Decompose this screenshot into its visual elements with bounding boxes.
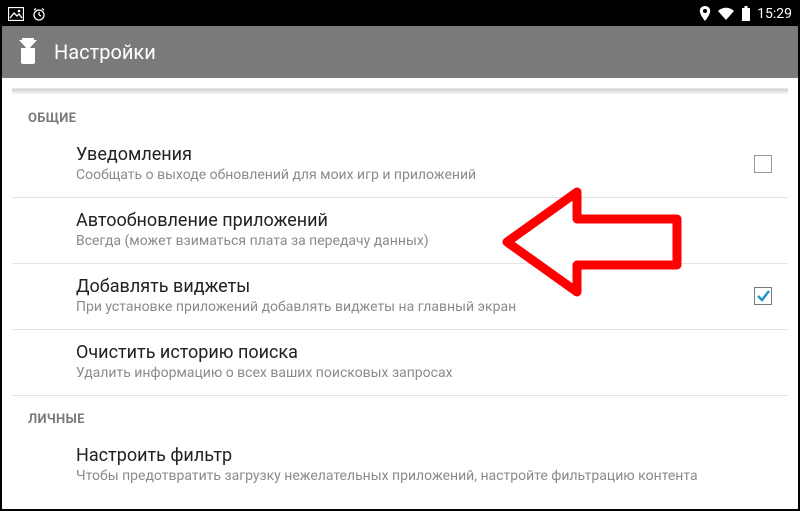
setting-subtitle: Всегда (может взиматься плата за передач…	[76, 233, 772, 249]
setting-title: Автообновление приложений	[76, 210, 772, 231]
wifi-icon	[717, 7, 735, 21]
settings-list: ОБЩИЕ Уведомления Сообщать о выходе обно…	[12, 88, 788, 509]
picture-icon	[8, 7, 24, 21]
setting-notifications[interactable]: Уведомления Сообщать о выходе обновлений…	[12, 132, 788, 198]
setting-auto-update[interactable]: Автообновление приложений Всегда (может …	[12, 198, 788, 264]
location-icon	[699, 6, 711, 22]
status-time: 15:29	[757, 6, 792, 22]
battery-icon	[741, 6, 751, 22]
setting-title: Уведомления	[76, 144, 742, 165]
setting-subtitle: При установке приложений добавлять видже…	[76, 299, 742, 315]
setting-subtitle: Чтобы предотвратить загрузку нежелательн…	[76, 468, 772, 484]
setting-title: Очистить историю поиска	[76, 342, 772, 363]
action-bar: Настройки	[2, 26, 798, 78]
section-header-general: ОБЩИЕ	[12, 95, 788, 132]
play-store-icon[interactable]	[14, 38, 42, 66]
setting-subtitle: Сообщать о выходе обновлений для моих иг…	[76, 167, 742, 183]
setting-add-widgets[interactable]: Добавлять виджеты При установке приложен…	[12, 264, 788, 330]
setting-title: Настроить фильтр	[76, 445, 772, 466]
setting-subtitle: Удалить информацию о всех ваших поисковы…	[76, 365, 772, 381]
setting-clear-history[interactable]: Очистить историю поиска Удалить информац…	[12, 330, 788, 396]
checkbox[interactable]	[754, 155, 772, 173]
alarm-icon	[32, 7, 46, 21]
checkbox[interactable]	[754, 287, 772, 305]
setting-filter[interactable]: Настроить фильтр Чтобы предотвратить заг…	[12, 433, 788, 498]
setting-title: Добавлять виджеты	[76, 276, 742, 297]
page-title: Настройки	[54, 40, 156, 64]
status-bar: 15:29	[2, 2, 798, 26]
section-header-personal: ЛИЧНЫЕ	[12, 395, 788, 433]
